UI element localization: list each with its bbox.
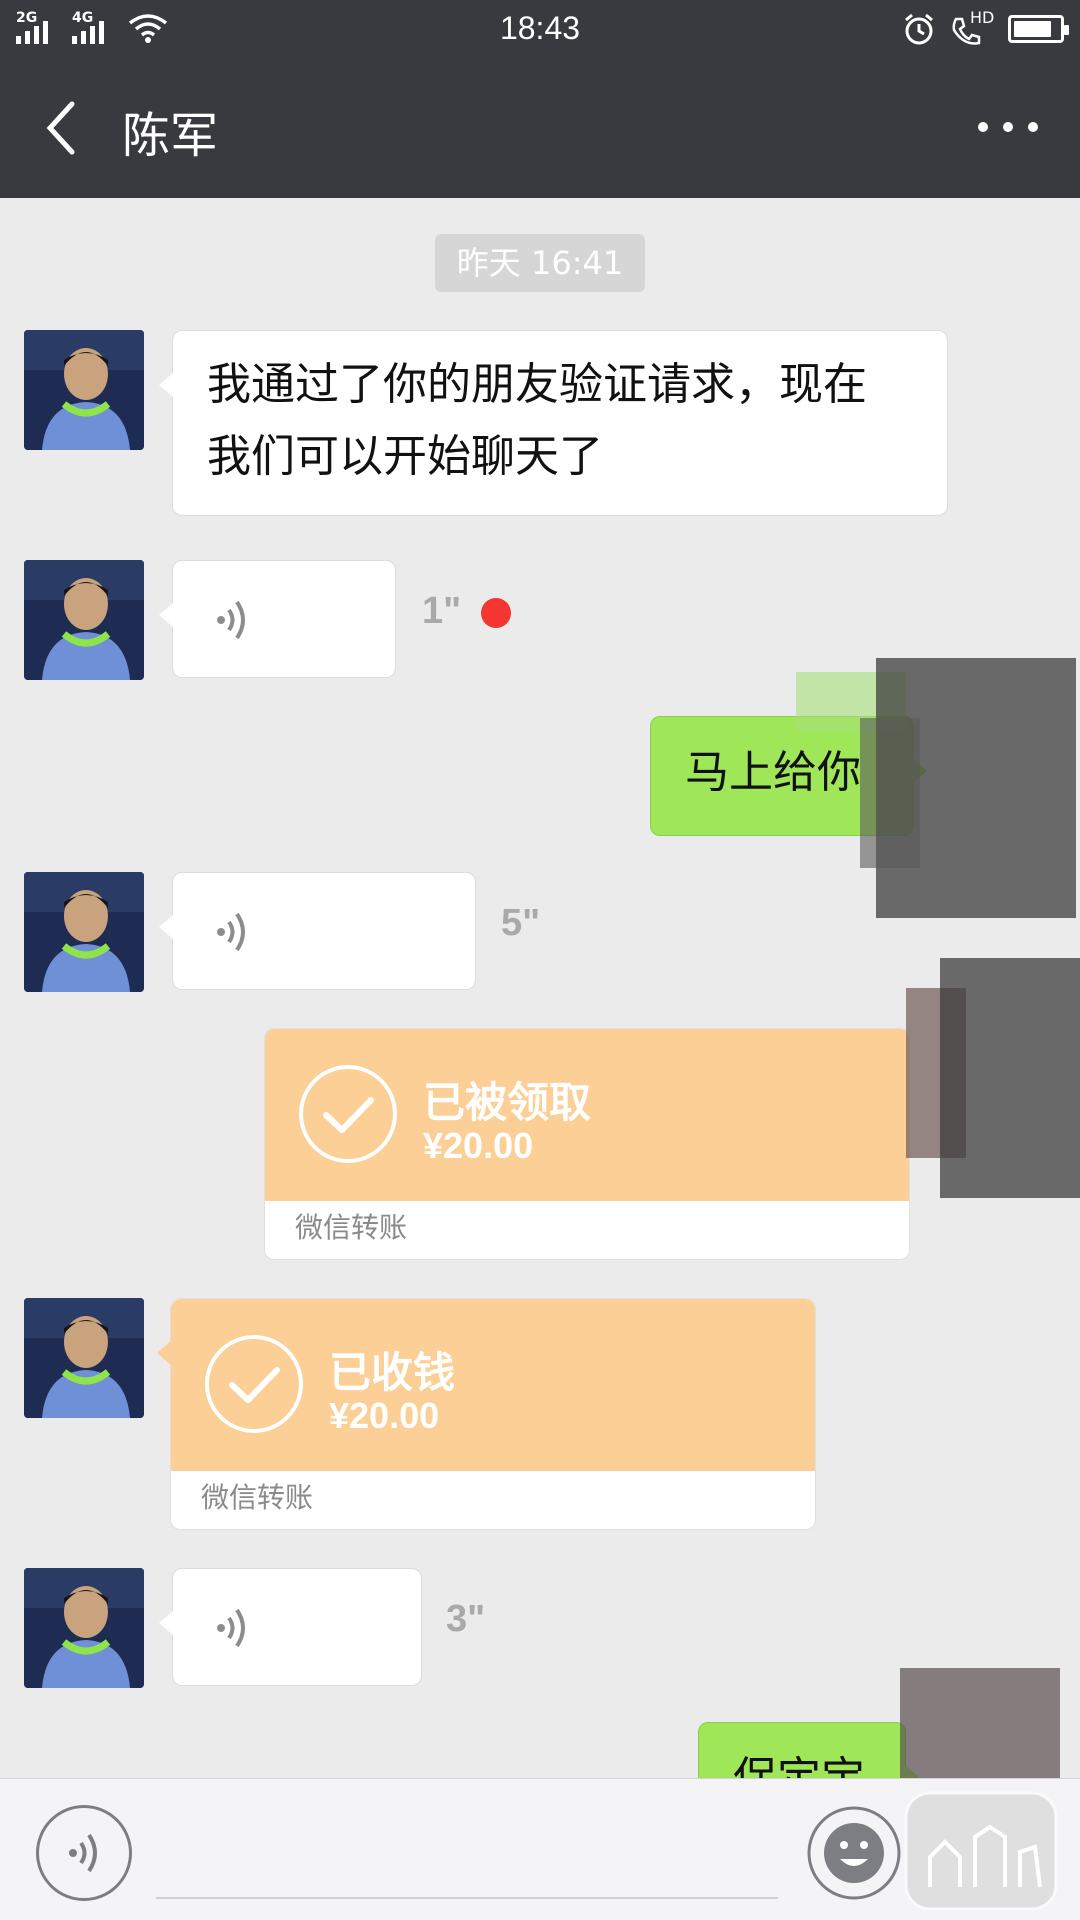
avatar[interactable] [24, 560, 144, 680]
redaction-scribble [906, 958, 1080, 1198]
check-circle-icon [205, 1335, 303, 1433]
avatar[interactable] [24, 330, 144, 450]
emoji-icon[interactable] [806, 1805, 902, 1901]
transfer-card-top: 已收钱 ¥20.00 [171, 1299, 815, 1471]
contact-name: 陈军 [122, 108, 219, 164]
more-dots-icon[interactable] [978, 112, 1038, 142]
redaction-scribble [796, 658, 1076, 918]
voice-duration: 3" [446, 1598, 486, 1640]
hd-label: HD [970, 8, 995, 27]
transfer-card-incoming[interactable]: 已收钱 ¥20.00 微信转账 [157, 1298, 816, 1530]
message-text: 保定宝 [733, 1743, 871, 1778]
avatar[interactable] [24, 1298, 144, 1418]
message-bubble[interactable]: 我通过了你的朋友验证请求，现在 我们可以开始聊天了 [159, 330, 948, 516]
voice-message[interactable] [159, 1568, 422, 1686]
avatar[interactable] [24, 872, 144, 992]
voice-input-icon[interactable] [36, 1805, 132, 1901]
status-right: HD [902, 8, 1069, 46]
message-input[interactable] [156, 1897, 778, 1899]
redaction-scribble [900, 1668, 1060, 1778]
chat-messages[interactable]: 昨天 16:41 我通过了你的朋友验证请求，现在 我们可以开始聊天了 1" 马上… [0, 198, 1080, 1778]
transfer-status: 已收钱 [329, 1348, 456, 1397]
transfer-status: 已被领取 [423, 1078, 592, 1127]
unread-dot [481, 598, 511, 628]
message-text-line1: 我通过了你的朋友验证请求，现在 [207, 359, 867, 410]
status-bar: 2G 4G 18:43 HD [0, 0, 1080, 60]
check-circle-icon [299, 1065, 397, 1163]
voice-duration: 5" [501, 902, 541, 944]
voice-wave-icon [217, 912, 245, 952]
transfer-card-outgoing[interactable]: 已被领取 ¥20.00 微信转账 [264, 1028, 910, 1260]
watermark-logo [904, 1791, 1058, 1911]
message-text-line2: 我们可以开始聊天了 [207, 431, 603, 482]
transfer-amount: ¥20.00 [329, 1395, 440, 1436]
alarm-icon [905, 13, 933, 45]
transfer-caption: 微信转账 [201, 1481, 314, 1514]
chevron-left-icon[interactable] [38, 98, 88, 158]
message-timestamp: 昨天 16:41 [435, 234, 645, 292]
input-bar [0, 1778, 1080, 1920]
voice-wave-icon [217, 600, 245, 640]
transfer-card-top: 已被领取 ¥20.00 [265, 1029, 909, 1201]
avatar[interactable] [24, 1568, 144, 1688]
voice-wave-icon [217, 1608, 245, 1648]
voice-duration: 1" [422, 590, 462, 632]
transfer-caption: 微信转账 [295, 1211, 408, 1244]
voice-message[interactable] [159, 872, 476, 990]
chat-header: 陈军 [0, 60, 1080, 198]
hd-call-icon: HD [950, 8, 994, 46]
message-bubble-outgoing[interactable]: 保定宝 [698, 1722, 919, 1778]
battery-fill [1014, 21, 1051, 37]
voice-message[interactable] [159, 560, 396, 678]
battery-icon [1008, 15, 1069, 43]
transfer-amount: ¥20.00 [423, 1125, 534, 1166]
